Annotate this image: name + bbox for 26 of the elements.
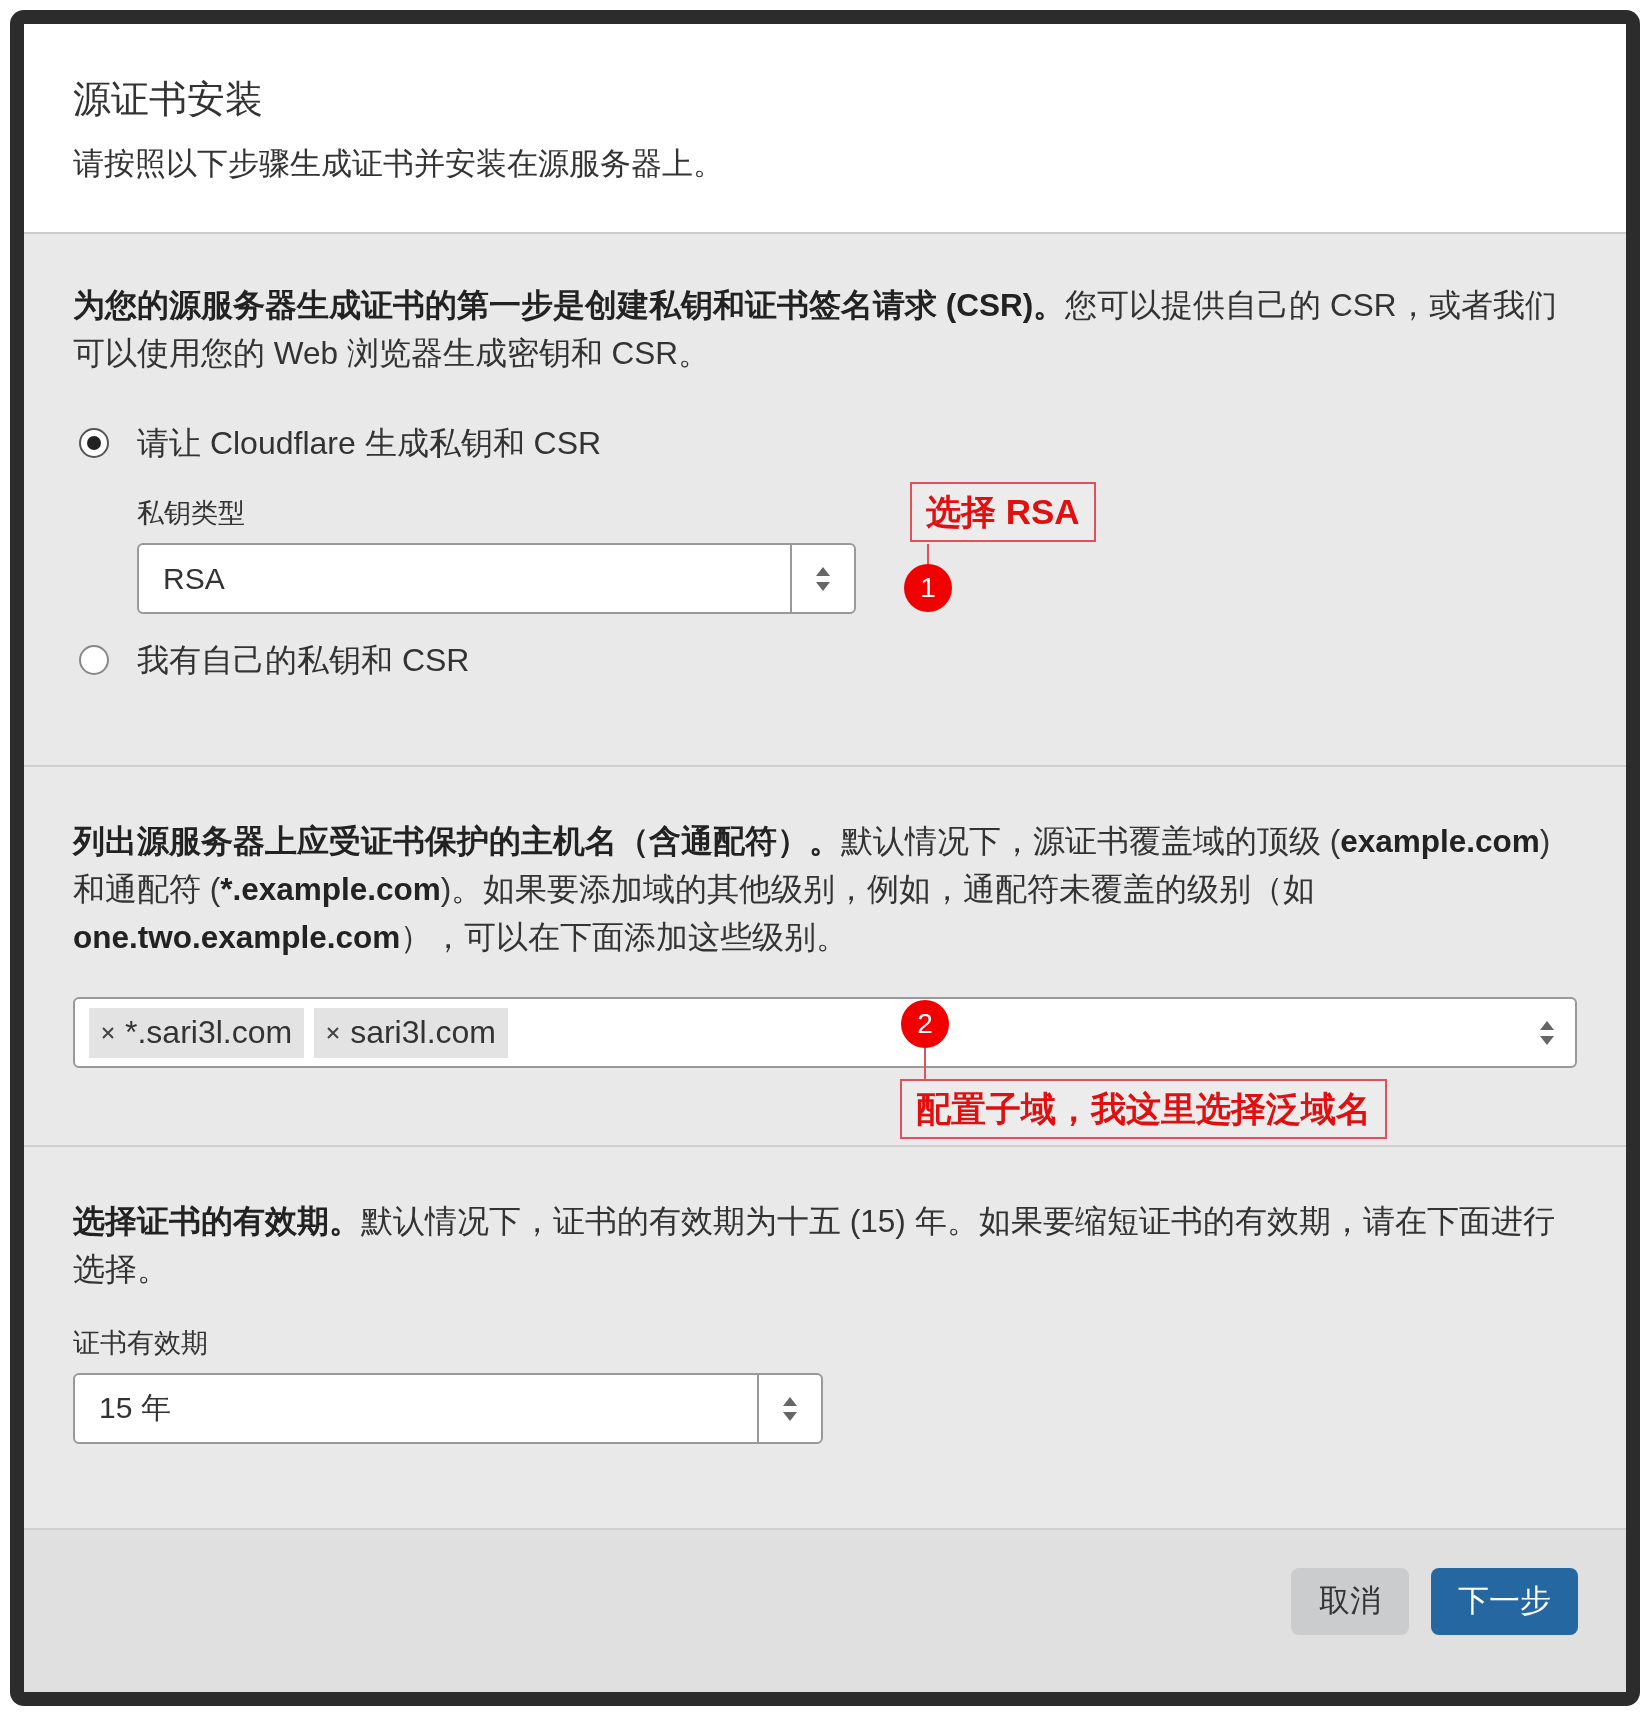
description-text: 为您的源服务器生成证书的第一步是创建私钥和证书签名请求 (CSR)。您可以提供自己的 CSR，或者我们可以使用您的 Web 浏览器生成密钥和 CSR。 xyxy=(73,286,1558,373)
leader-line xyxy=(927,544,929,566)
hostname-tag[interactable]: sari3l.com xyxy=(314,1007,508,1058)
description-text: 列出源服务器上应受证书保护的主机名（含通配符）。默认情况下，源证书覆盖域的顶级 (example.com) 和通配符 (*.example.com)。如果要添加域的其他级别，例如，通配符未覆盖的级别（如 one.two.example.com），可以在下面添加这些级别。 xyxy=(73,822,1552,957)
sort-icon xyxy=(1539,1019,1555,1046)
sort-icon xyxy=(782,1395,798,1422)
close-icon[interactable] xyxy=(326,1025,341,1040)
hostname-tag[interactable]: *.sari3l.com xyxy=(89,1007,305,1058)
radio-button[interactable] xyxy=(79,428,109,458)
annotation-label: 配置子域，我这里选择泛域名 xyxy=(900,1079,1387,1139)
radio-button[interactable] xyxy=(79,645,109,675)
close-icon[interactable] xyxy=(101,1025,115,1040)
annotation-label: 选择 RSA xyxy=(910,482,1096,542)
field-label: 证书有效期 xyxy=(73,1327,208,1360)
field-label: 私钥类型 xyxy=(137,497,245,530)
key-type-select[interactable]: RSA xyxy=(137,543,856,614)
description-text: 选择证书的有效期。默认情况下，证书的有效期为十五 (15) 年。如果要缩短证书的有效期，请在下面进行选择。 xyxy=(73,1202,1556,1289)
radio-label[interactable]: 我有自己的私钥和 CSR xyxy=(137,640,470,680)
sort-icon xyxy=(815,565,831,592)
cancel-button[interactable]: 取消 xyxy=(1291,1567,1409,1635)
next-button[interactable]: 下一步 xyxy=(1431,1567,1578,1635)
dialog-title: 源证书安装 xyxy=(73,77,264,122)
leader-line xyxy=(924,1048,926,1079)
dialog-subtitle: 请按照以下步骤生成证书并安装在源服务器上。 xyxy=(73,145,725,183)
validity-select[interactable]: 15 年 xyxy=(73,1373,823,1444)
radio-label[interactable]: 请让 Cloudflare 生成私钥和 CSR xyxy=(137,423,602,463)
